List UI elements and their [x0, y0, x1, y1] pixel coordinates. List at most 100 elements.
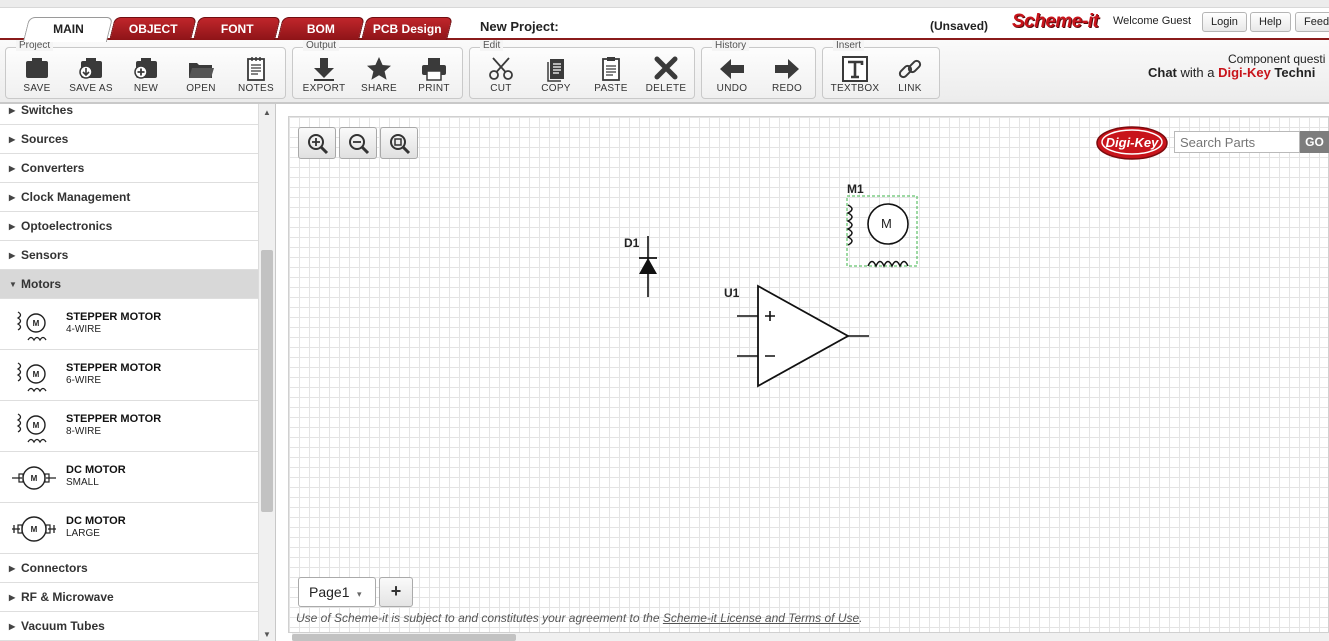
- textbox-button[interactable]: TEXTBOX: [827, 56, 883, 96]
- category-label: Connectors: [21, 561, 88, 575]
- svg-text:M: M: [33, 370, 40, 379]
- part-dc-motor-small[interactable]: M DC MOTOR SMALL: [0, 452, 258, 503]
- redo-button[interactable]: REDO: [759, 56, 815, 96]
- page-selector[interactable]: Page1 ▾: [298, 577, 376, 607]
- category-switches[interactable]: ▶ Switches: [0, 104, 258, 125]
- zoom-out-icon: [349, 134, 370, 155]
- group-title: Output: [303, 40, 340, 51]
- category-sensors[interactable]: ▶ Sensors: [0, 241, 258, 270]
- schematic-canvas[interactable]: [288, 116, 1329, 633]
- share-button[interactable]: SHARE: [351, 56, 407, 96]
- tab-main[interactable]: MAIN: [22, 17, 114, 42]
- part-dc-motor-large[interactable]: M DC MOTOR LARGE: [0, 503, 258, 554]
- terms-link[interactable]: Scheme-it License and Terms of Use: [663, 611, 859, 625]
- collapsed-arrow-icon: ▶: [9, 564, 16, 573]
- open-button[interactable]: OPEN: [173, 56, 229, 96]
- textbox-label: TEXTBOX: [830, 83, 880, 94]
- zoom-out-button[interactable]: [339, 127, 377, 159]
- canvas-horizontal-scrollbar[interactable]: [292, 633, 1329, 641]
- feedback-button[interactable]: Feed: [1295, 12, 1329, 32]
- undo-label: UNDO: [716, 83, 748, 94]
- tab-pcb-design[interactable]: PCB Design: [361, 17, 453, 40]
- scroll-down-icon[interactable]: ▼: [263, 630, 271, 639]
- sidebar-scrollbar[interactable]: ▲ ▼: [258, 104, 275, 641]
- category-vacuum-tubes[interactable]: ▶ Vacuum Tubes: [0, 612, 258, 641]
- copy-label: COPY: [541, 83, 571, 94]
- chat-word: Chat: [1148, 65, 1177, 80]
- copy-icon: [547, 59, 564, 82]
- tab-font[interactable]: FONT: [193, 17, 281, 40]
- scroll-up-icon[interactable]: ▲: [263, 108, 271, 117]
- paste-button[interactable]: PASTE: [583, 56, 639, 96]
- tab-object[interactable]: OBJECT: [109, 17, 197, 40]
- page-label: Page1: [309, 584, 350, 600]
- go-button[interactable]: GO: [1300, 131, 1329, 153]
- category-converters[interactable]: ▶ Converters: [0, 154, 258, 183]
- category-label: Sensors: [21, 248, 69, 262]
- help-button[interactable]: Help: [1250, 12, 1291, 32]
- export-icon: [314, 58, 334, 81]
- delete-button[interactable]: DELETE: [638, 56, 694, 96]
- zoom-in-button[interactable]: [298, 127, 336, 159]
- save-button[interactable]: SAVE: [9, 56, 65, 96]
- group-history: History UNDO REDO: [701, 40, 816, 99]
- category-sources[interactable]: ▶ Sources: [0, 125, 258, 154]
- copy-button[interactable]: COPY: [528, 56, 584, 96]
- redo-arrow-icon: [775, 59, 799, 79]
- category-label: Optoelectronics: [21, 219, 113, 233]
- category-connectors[interactable]: ▶ Connectors: [0, 554, 258, 583]
- category-clock-management[interactable]: ▶ Clock Management: [0, 183, 258, 212]
- share-label: SHARE: [361, 83, 397, 94]
- project-name-label[interactable]: New Project:: [480, 19, 559, 34]
- export-label: EXPORT: [302, 83, 346, 94]
- part-variant: 4-WIRE: [66, 324, 101, 335]
- link-button[interactable]: LINK: [882, 56, 938, 96]
- svg-text:M: M: [33, 421, 40, 430]
- add-page-button[interactable]: +: [379, 577, 413, 607]
- part-variant: 6-WIRE: [66, 375, 101, 386]
- welcome-text: Welcome Guest: [1113, 15, 1192, 27]
- category-rf-microwave[interactable]: ▶ RF & Microwave: [0, 583, 258, 612]
- group-title: Insert: [833, 40, 865, 51]
- chat-brand: Digi-Key: [1218, 65, 1271, 80]
- category-label: Switches: [21, 104, 74, 117]
- svg-text:M: M: [31, 474, 38, 483]
- new-label: NEW: [133, 83, 159, 94]
- notes-button[interactable]: NOTES: [228, 56, 284, 96]
- scrollbar-thumb[interactable]: [292, 634, 516, 641]
- redo-label: REDO: [771, 83, 803, 94]
- motor-refdes: M1: [847, 182, 864, 196]
- new-button[interactable]: NEW: [118, 56, 174, 96]
- tab-bom[interactable]: BOM: [277, 17, 365, 40]
- login-button[interactable]: Login: [1202, 12, 1247, 32]
- chat-question-text: Component questi: [1228, 52, 1326, 66]
- chat-with-a: with a: [1176, 65, 1219, 80]
- expanded-arrow-icon: ▼: [9, 280, 17, 289]
- chat-link[interactable]: Chat with a Digi-Key Techni: [1148, 65, 1315, 80]
- folder-icon: [189, 63, 214, 78]
- part-name: STEPPER MOTOR: [66, 311, 162, 323]
- collapsed-arrow-icon: ▶: [9, 622, 16, 631]
- search-parts-input[interactable]: [1174, 131, 1300, 153]
- svg-text:M: M: [31, 525, 38, 534]
- category-optoelectronics[interactable]: ▶ Optoelectronics: [0, 212, 258, 241]
- part-stepper-motor-4-wire[interactable]: M STEPPER MOTOR 4-WIRE: [0, 299, 258, 350]
- collapsed-arrow-icon: ▶: [9, 222, 16, 231]
- print-button[interactable]: PRINT: [406, 56, 462, 96]
- zoom-fit-button[interactable]: [380, 127, 418, 159]
- part-stepper-motor-8-wire[interactable]: M STEPPER MOTOR 8-WIRE: [0, 401, 258, 452]
- group-insert: Insert TEXTBOX LINK: [822, 40, 940, 99]
- save-as-icon: [79, 58, 102, 79]
- save-as-button[interactable]: SAVE AS: [63, 56, 119, 96]
- group-output: Output EXPORT SHARE PRINT: [292, 40, 463, 99]
- group-title: History: [712, 40, 750, 51]
- scrollbar-thumb[interactable]: [261, 250, 273, 512]
- category-motors[interactable]: ▼ Motors: [0, 270, 258, 299]
- category-label: Converters: [21, 161, 85, 175]
- undo-arrow-icon: [720, 59, 744, 79]
- part-stepper-motor-6-wire[interactable]: M STEPPER MOTOR 6-WIRE: [0, 350, 258, 401]
- undo-button[interactable]: UNDO: [704, 56, 760, 96]
- digi-key-logo[interactable]: Digi-Key: [1096, 126, 1168, 160]
- export-button[interactable]: EXPORT: [296, 56, 352, 96]
- cut-button[interactable]: CUT: [473, 56, 529, 96]
